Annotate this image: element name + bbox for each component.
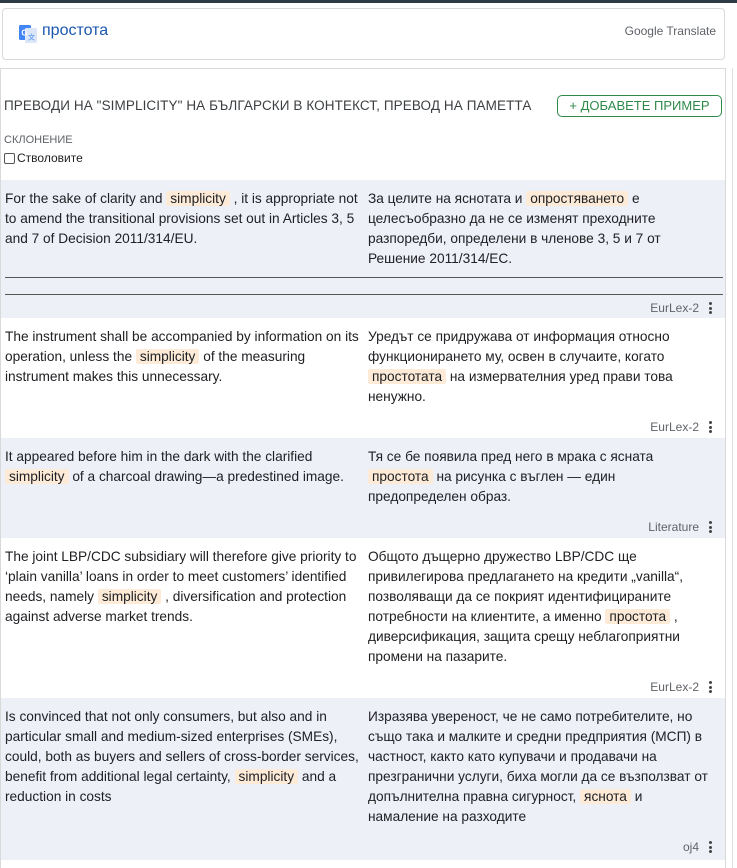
target-sentence: Уредът се придружава от информация относ… — [368, 329, 673, 404]
target-highlight: простота — [605, 609, 671, 624]
section-heading: ПРЕВОДИ НА "SIMPLICITY" НА БЪЛГАРСКИ В К… — [4, 98, 532, 113]
stems-checkbox[interactable] — [4, 152, 15, 164]
top-bar — [0, 0, 737, 3]
example-row: The joint LBP/CDC subsidiary will theref… — [1, 538, 725, 698]
source-sentence: For the sake of clarity and simplicity ,… — [5, 191, 358, 246]
more-options-icon[interactable] — [709, 841, 713, 855]
target-highlight: простота — [368, 469, 433, 484]
target-sentence: За целите на яснотата и опростяването е … — [368, 191, 661, 266]
source-sentence: It appeared before him in the dark with … — [5, 449, 344, 484]
source-label[interactable]: EurLex-2 — [650, 680, 699, 694]
source-sentence: The instrument shall be accompanied by i… — [5, 329, 359, 384]
word-link[interactable]: простота — [42, 22, 108, 40]
more-options-icon[interactable] — [709, 681, 713, 695]
more-options-icon[interactable] — [709, 421, 713, 435]
source-label[interactable]: EurLex-2 — [650, 301, 699, 315]
example-row: It appeared before him in the dark with … — [1, 438, 725, 538]
more-options-icon[interactable] — [709, 302, 713, 316]
example-row: The instrument shall be accompanied by i… — [1, 318, 725, 438]
google-translate-icon[interactable]: G 文 — [19, 25, 37, 43]
add-example-button[interactable]: + ДОБАВЕТЕ ПРИМЕР — [557, 95, 722, 117]
source-highlight: simplicity — [135, 349, 200, 364]
target-highlight: простотата — [368, 369, 447, 384]
source-highlight: simplicity — [166, 191, 230, 206]
source-label[interactable]: Literature — [648, 520, 699, 534]
stems-checkbox-row[interactable]: Стволовите — [4, 151, 83, 165]
word-card: G 文 простота Google Translate — [2, 8, 725, 60]
svg-text:G: G — [21, 29, 27, 38]
divider — [5, 277, 723, 278]
target-sentence: Тя се бе появила пред него в мрака с ясн… — [368, 449, 654, 504]
google-translate-link[interactable]: Google Translate — [625, 24, 716, 38]
svg-text:文: 文 — [28, 33, 35, 42]
example-row: Is convinced that not only consumers, bu… — [1, 698, 725, 860]
source-sentence: The joint LBP/CDC subsidiary will theref… — [5, 549, 357, 624]
stems-label[interactable]: Стволовите — [17, 151, 83, 165]
target-highlight: опростяването — [526, 191, 629, 206]
declension-label: СКЛОНЕНИЕ — [4, 134, 73, 146]
divider — [5, 294, 723, 295]
target-sentence: Изразява увереност, че не само потребите… — [368, 709, 708, 824]
source-label[interactable]: oj4 — [683, 840, 699, 854]
example-row: For the sake of clarity and simplicity ,… — [1, 180, 725, 318]
source-label[interactable]: EurLex-2 — [650, 420, 699, 434]
source-sentence: Is convinced that not only consumers, bu… — [5, 709, 359, 804]
source-highlight: simplicity — [5, 469, 69, 484]
source-highlight: simplicity — [234, 769, 299, 784]
more-options-icon[interactable] — [709, 521, 713, 535]
source-highlight: simplicity — [97, 589, 162, 604]
target-highlight: яснота — [580, 789, 631, 804]
scrollbar-track[interactable] — [732, 68, 733, 868]
target-sentence: Общото дъщерно дружество LBP/CDC ще прив… — [368, 549, 684, 664]
